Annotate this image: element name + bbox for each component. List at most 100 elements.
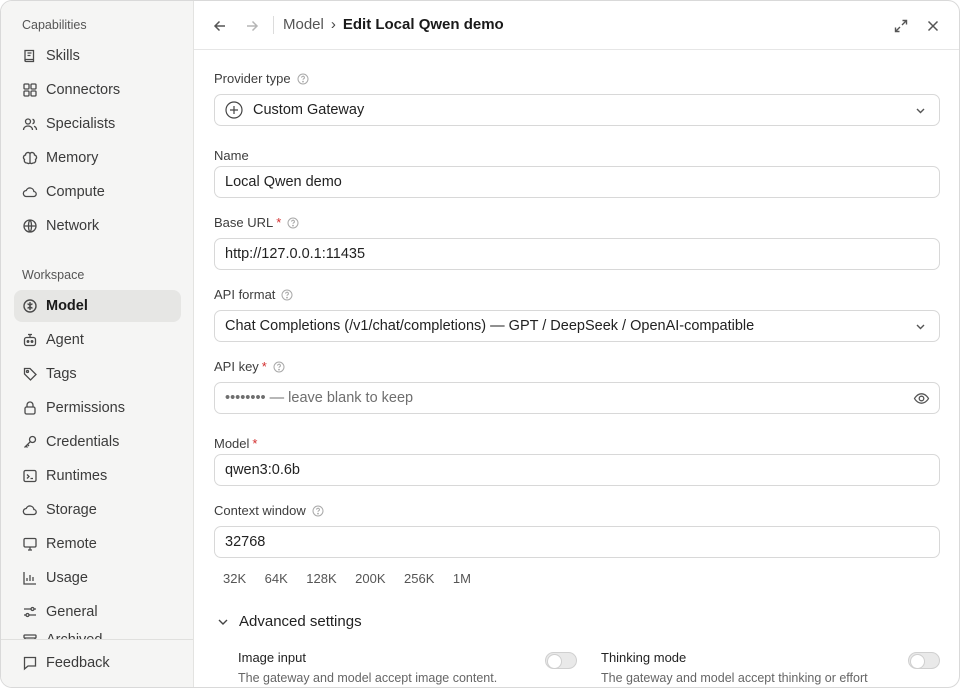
- tag-icon: [22, 366, 38, 382]
- sidebar-item-label: Connectors: [46, 82, 121, 98]
- lock-icon: [22, 400, 38, 416]
- sidebar-item-label: Memory: [46, 150, 99, 166]
- api-format-label: API format: [214, 287, 293, 302]
- sidebar-item-permissions[interactable]: Permissions: [14, 392, 181, 424]
- provider-type-label: Provider type: [214, 71, 309, 86]
- sidebar-item-storage[interactable]: Storage: [14, 494, 181, 526]
- sidebar-item-memory[interactable]: Memory: [14, 142, 181, 174]
- grid-icon: [22, 82, 38, 98]
- label-text: Provider type: [214, 71, 291, 86]
- sidebar-item-runtimes[interactable]: Runtimes: [14, 460, 181, 492]
- base-url-label: Base URL *: [214, 215, 299, 230]
- sidebar-item-compute[interactable]: Compute: [14, 176, 181, 208]
- label-text: Context window: [214, 503, 306, 518]
- plus-circle-icon: [225, 101, 243, 119]
- page-title: Edit Local Qwen demo: [342, 16, 504, 33]
- brain-icon: [22, 298, 38, 314]
- book-icon: [22, 48, 38, 64]
- chevron-down-icon: [218, 619, 228, 625]
- toolbar-divider: [273, 16, 274, 34]
- image-input-option: Image input The gateway and model accept…: [238, 650, 578, 685]
- settings-window: Capabilities Skills Connectors Specialis…: [0, 0, 960, 688]
- terminal-icon: [22, 468, 38, 484]
- sidebar-scroll-area[interactable]: Capabilities Skills Connectors Specialis…: [1, 1, 193, 640]
- thinking-mode-description: The gateway and model accept thinking or…: [601, 671, 868, 685]
- sidebar-item-network[interactable]: Network: [14, 210, 181, 242]
- preset-256k[interactable]: 256K: [395, 570, 443, 588]
- section-title-capabilities: Capabilities: [22, 18, 87, 32]
- preset-64k[interactable]: 64K: [256, 570, 297, 588]
- thinking-mode-title: Thinking mode: [601, 650, 687, 665]
- label-text: Base URL: [214, 215, 274, 230]
- name-value: Local Qwen demo: [225, 174, 342, 190]
- preset-200k[interactable]: 200K: [346, 570, 394, 588]
- label-text: Name: [214, 148, 249, 163]
- users-icon: [22, 116, 38, 132]
- close-button[interactable]: [921, 14, 945, 38]
- sidebar-item-specialists[interactable]: Specialists: [14, 108, 181, 140]
- close-icon: [927, 20, 939, 32]
- chevron-down-icon: [916, 108, 925, 114]
- api-key-placeholder: •••••••• — leave blank to keep: [225, 390, 414, 406]
- forward-button[interactable]: [240, 14, 264, 38]
- section-title-workspace: Workspace: [22, 268, 85, 282]
- context-window-input[interactable]: 32768: [214, 526, 940, 558]
- sidebar-item-label: Skills: [46, 48, 80, 64]
- sidebar-item-connectors[interactable]: Connectors: [14, 74, 181, 106]
- help-icon[interactable]: [312, 505, 324, 517]
- base-url-input[interactable]: http://127.0.0.1:11435: [214, 238, 940, 270]
- chevron-down-icon: [916, 324, 925, 330]
- form-content[interactable]: Provider type Custom Gateway Name Local …: [214, 50, 940, 687]
- sidebar-item-label: Agent: [46, 332, 84, 348]
- help-icon[interactable]: [287, 217, 299, 229]
- breadcrumb-parent[interactable]: Model: [283, 16, 324, 33]
- arrow-right-icon: [247, 20, 259, 32]
- preset-32k[interactable]: 32K: [214, 570, 255, 588]
- sidebar-item-skills[interactable]: Skills: [14, 40, 181, 72]
- required-mark: *: [252, 436, 258, 451]
- monitor-icon: [22, 536, 38, 552]
- model-input[interactable]: qwen3:0.6b: [214, 454, 940, 486]
- sidebar-item-tags[interactable]: Tags: [14, 358, 181, 390]
- message-icon: [22, 655, 38, 671]
- label-text: API format: [214, 287, 276, 302]
- sidebar-item-label: Specialists: [46, 116, 116, 132]
- name-input[interactable]: Local Qwen demo: [214, 166, 940, 198]
- help-icon[interactable]: [273, 361, 285, 373]
- expand-button[interactable]: [889, 14, 913, 38]
- name-label: Name: [214, 148, 249, 163]
- sidebar: Capabilities Skills Connectors Specialis…: [1, 1, 194, 687]
- sidebar-item-credentials[interactable]: Credentials: [14, 426, 181, 458]
- image-input-title: Image input: [238, 650, 306, 665]
- api-key-input[interactable]: •••••••• — leave blank to keep: [214, 382, 940, 414]
- sidebar-item-remote[interactable]: Remote: [14, 528, 181, 560]
- main-panel: Model › Edit Local Qwen demo Provider ty…: [194, 1, 959, 687]
- chart-icon: [22, 570, 38, 586]
- back-button[interactable]: [208, 14, 232, 38]
- sidebar-item-label: Remote: [46, 536, 97, 552]
- thinking-mode-toggle[interactable]: [908, 652, 940, 669]
- image-input-toggle[interactable]: [545, 652, 577, 669]
- sidebar-footer: Feedback: [1, 639, 193, 687]
- sidebar-item-general[interactable]: General: [14, 596, 181, 628]
- label-text: Model: [214, 436, 250, 451]
- advanced-settings-toggle[interactable]: Advanced settings: [214, 613, 362, 630]
- api-format-select[interactable]: Chat Completions (/v1/chat/completions) …: [214, 310, 940, 342]
- sidebar-item-feedback[interactable]: Feedback: [14, 647, 181, 679]
- sliders-icon: [22, 604, 38, 620]
- eye-icon[interactable]: [913, 390, 930, 407]
- provider-type-select[interactable]: Custom Gateway: [214, 94, 940, 126]
- sidebar-item-usage[interactable]: Usage: [14, 562, 181, 594]
- sidebar-item-label: Model: [46, 298, 88, 314]
- sidebar-item-label: Feedback: [46, 655, 110, 671]
- help-icon[interactable]: [281, 289, 293, 301]
- context-window-value: 32768: [225, 534, 266, 550]
- help-icon[interactable]: [297, 73, 309, 85]
- image-input-description: The gateway and model accept image conte…: [238, 671, 498, 685]
- sidebar-item-label: Network: [46, 218, 100, 234]
- preset-1m[interactable]: 1M: [444, 570, 480, 588]
- preset-128k[interactable]: 128K: [297, 570, 345, 588]
- sidebar-item-model[interactable]: Model: [14, 290, 181, 322]
- sidebar-item-agent[interactable]: Agent: [14, 324, 181, 356]
- advanced-settings-title: Advanced settings: [239, 613, 362, 630]
